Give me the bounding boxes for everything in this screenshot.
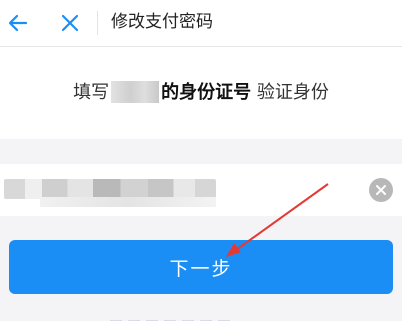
- top-bar: 修改支付密码: [0, 0, 402, 47]
- instruction-suffix: 验证身份: [251, 82, 329, 103]
- page-title: 修改支付密码: [111, 12, 213, 32]
- clear-circle-icon[interactable]: [369, 178, 393, 202]
- masked-id-number: [4, 179, 216, 199]
- masked-name: [111, 81, 160, 103]
- masked-id-number-shadow: [40, 197, 216, 207]
- next-step-button[interactable]: 下一步: [9, 240, 393, 294]
- arrow-left-icon[interactable]: [3, 8, 33, 38]
- close-icon[interactable]: [55, 8, 85, 38]
- instruction-prefix: 填写: [73, 82, 110, 103]
- footer-link-partial: [110, 313, 270, 321]
- header-divider: [97, 11, 98, 35]
- instruction-emphasis: 的身份证号: [161, 82, 252, 103]
- id-number-input[interactable]: [0, 164, 402, 216]
- instruction-text: 填写 的身份证号 验证身份: [0, 81, 402, 105]
- verification-panel: 填写 的身份证号 验证身份: [0, 47, 402, 139]
